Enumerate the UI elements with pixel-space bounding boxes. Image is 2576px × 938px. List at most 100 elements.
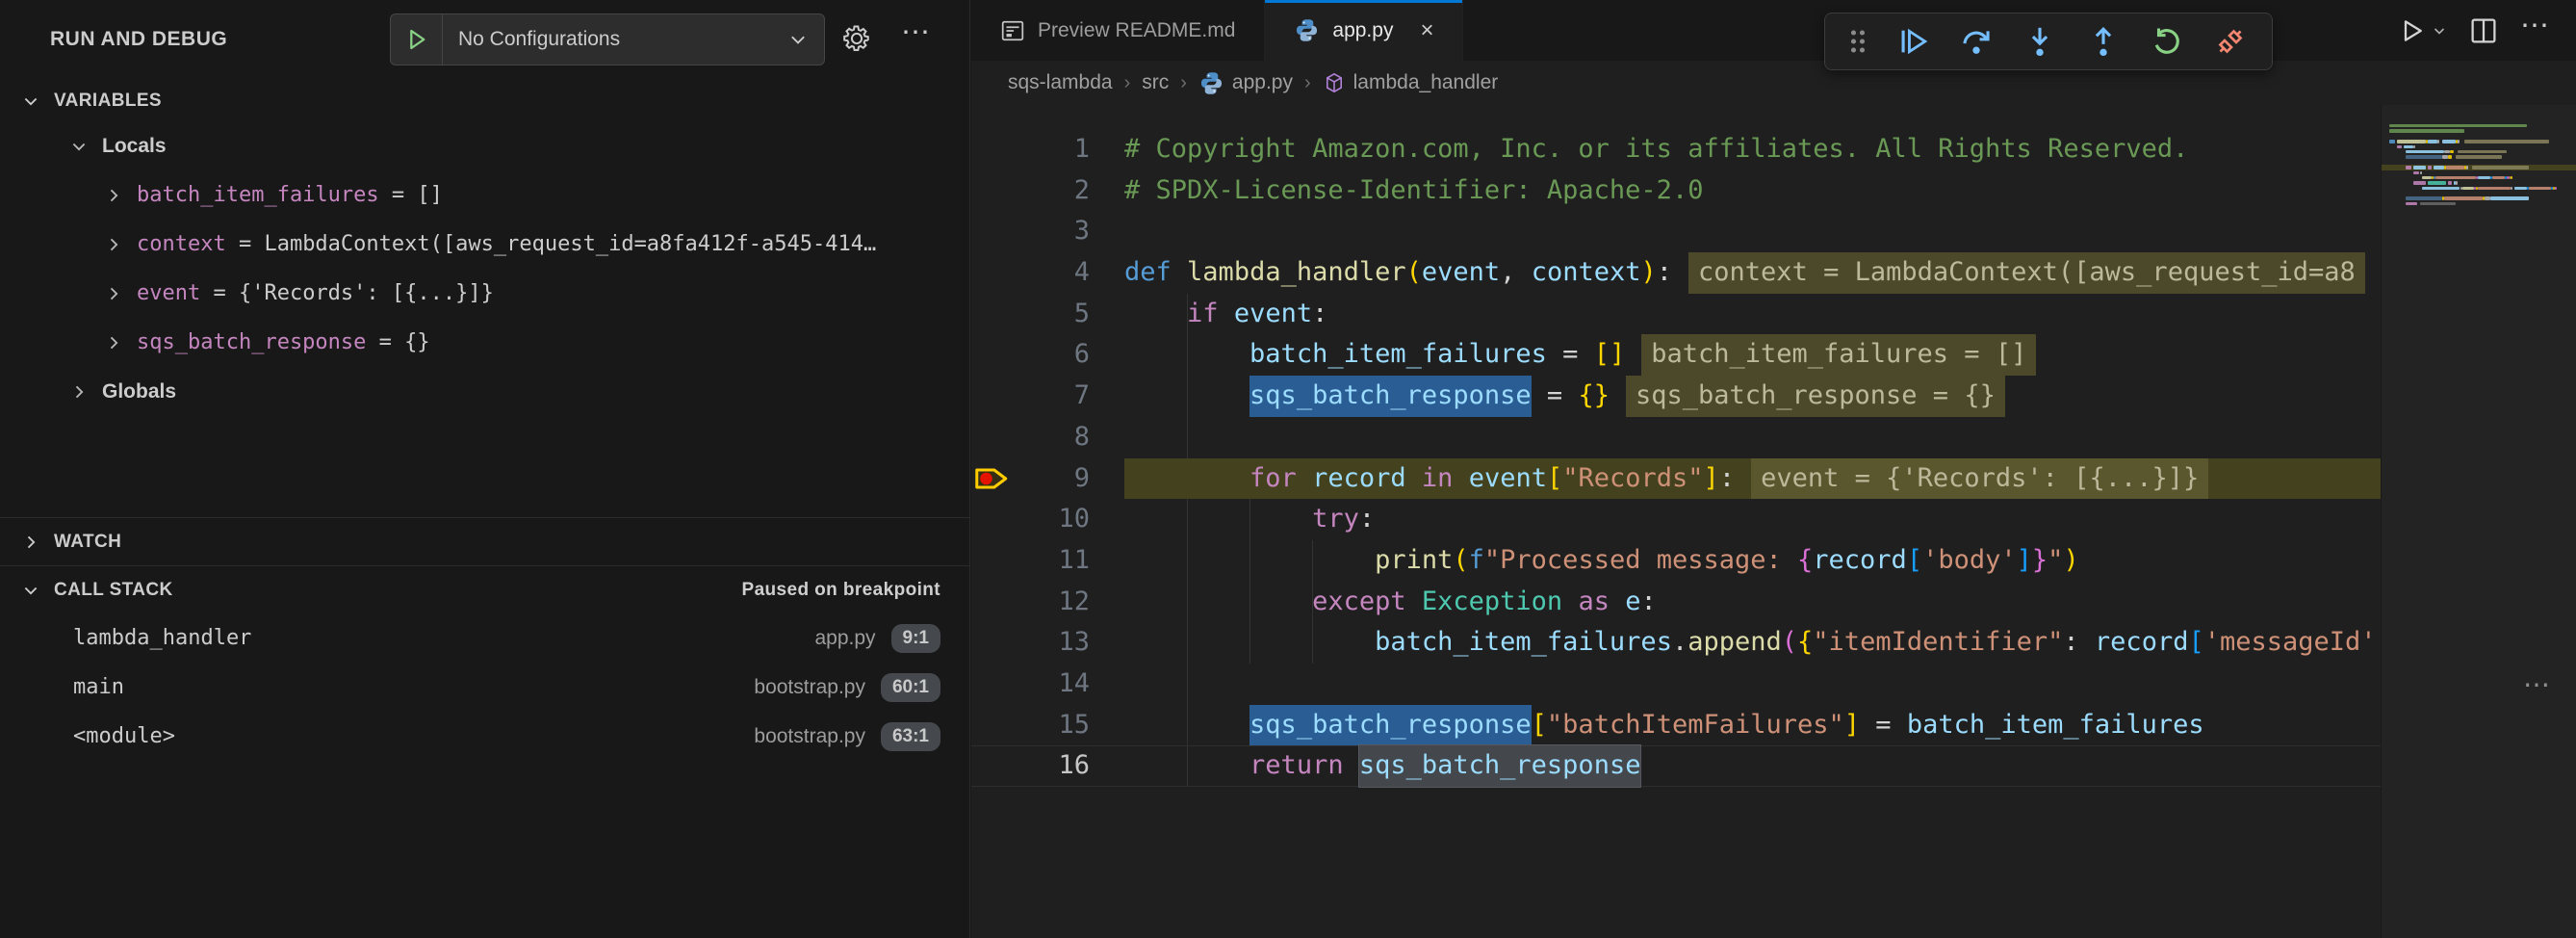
code-line-16[interactable]: 16 return sqs_batch_response (971, 745, 2381, 787)
chevron-down-icon (69, 137, 89, 156)
minimap-strip[interactable] (2381, 105, 2576, 938)
watch-section-header[interactable]: WATCH (0, 517, 969, 565)
code-line-10[interactable]: 10 try: (971, 499, 2381, 540)
minimap-token (2422, 176, 2433, 179)
settings-gear-icon[interactable] (841, 23, 872, 59)
line-content: sqs_batch_response = {}sqs_batch_respons… (1124, 376, 2381, 417)
line-gutter[interactable]: 10 (971, 499, 1124, 540)
code-editor[interactable]: 1# Copyright Amazon.com, Inc. or its aff… (971, 105, 2381, 938)
breadcrumb-item-app-py[interactable]: app.py (1198, 70, 1293, 96)
call-stack-frame[interactable]: lambda_handlerapp.py9:1 (0, 613, 969, 663)
code-token: append (1687, 622, 1782, 664)
code-line-4[interactable]: 4def lambda_handler(event, context):cont… (971, 252, 2381, 294)
tab-app-py[interactable]: app.py× (1265, 0, 1463, 61)
line-gutter[interactable]: 7 (971, 376, 1124, 417)
variable-row[interactable]: sqs_batch_response = {} (0, 318, 969, 367)
line-number: 6 (1074, 334, 1090, 376)
tab-label: Preview README.md (1038, 19, 1235, 42)
disconnect-button[interactable] (2199, 18, 2262, 65)
debug-configuration-select[interactable]: No Configurations (390, 13, 825, 65)
variables-group-locals[interactable]: Locals (0, 121, 969, 170)
minimap-token (2511, 187, 2512, 190)
run-python-file-button[interactable] (2399, 17, 2447, 44)
editor-more-actions-icon[interactable]: ⋯ (2520, 9, 2551, 42)
code-line-7[interactable]: 7 sqs_batch_response = {}sqs_batch_respo… (971, 376, 2381, 417)
minimap-token (2422, 187, 2460, 190)
step-into-button[interactable] (2008, 18, 2072, 65)
line-gutter[interactable]: 14 (971, 664, 1124, 705)
line-gutter[interactable]: 16 (971, 746, 1124, 786)
code-line-12[interactable]: 12 except Exception as e: (971, 582, 2381, 623)
step-over-button[interactable] (1945, 18, 2008, 65)
code-line-5[interactable]: 5 if event: (971, 294, 2381, 335)
code-token: ] (1844, 705, 1860, 746)
line-gutter[interactable]: 8 (971, 417, 1124, 458)
code-token: record (2095, 622, 2189, 664)
code-line-15[interactable]: 15 sqs_batch_response["batchItemFailures… (971, 705, 2381, 746)
code-line-2[interactable]: 2# SPDX-License-Identifier: Apache-2.0 (971, 170, 2381, 212)
variable-row[interactable]: batch_item_failures = [] (0, 170, 969, 220)
line-gutter[interactable]: 9 (971, 458, 1124, 500)
minimap[interactable] (2389, 123, 2574, 206)
code-token (1453, 458, 1468, 500)
code-line-13[interactable]: 13 batch_item_failures.append({"itemIden… (971, 622, 2381, 664)
call-stack-section-header[interactable]: CALL STACK Paused on breakpoint (0, 565, 969, 613)
line-number: 10 (1058, 499, 1090, 540)
minimap-token (2406, 155, 2442, 158)
continue-button[interactable] (1881, 18, 1945, 65)
start-debug-icon[interactable] (391, 14, 443, 65)
call-stack-frame[interactable]: <module>bootstrap.py63:1 (0, 712, 969, 761)
variable-row[interactable]: event = {'Records': [{...}]} (0, 269, 969, 318)
line-gutter[interactable]: 6 (971, 334, 1124, 376)
call-stack-frame[interactable]: mainbootstrap.py60:1 (0, 663, 969, 712)
line-gutter[interactable]: 12 (971, 582, 1124, 623)
code-line-3[interactable]: 3 (971, 211, 2381, 252)
line-number: 2 (1074, 170, 1090, 212)
variable-text: context = LambdaContext([aws_request_id=… (137, 232, 876, 256)
split-editor-button[interactable] (2470, 17, 2497, 44)
editor-actions: ⋯ (2376, 0, 2576, 61)
code-token (1219, 294, 1234, 335)
drag-handle[interactable] (1835, 18, 1881, 65)
sidebar-more-actions-icon[interactable]: ⋯ (901, 15, 932, 49)
line-gutter[interactable]: 2 (971, 170, 1124, 212)
code-token (1124, 499, 1312, 540)
line-gutter[interactable]: 3 (971, 211, 1124, 252)
chevron-right-icon (69, 382, 89, 402)
line-gutter[interactable]: 5 (971, 294, 1124, 335)
line-gutter[interactable]: 13 (971, 622, 1124, 664)
line-gutter[interactable]: 1 (971, 129, 1124, 170)
breadcrumb-item-lambda-handler[interactable]: lambda_handler (1323, 71, 1499, 94)
breadcrumb-item-src[interactable]: src (1142, 71, 1169, 94)
code-token: context (1532, 252, 1641, 294)
restart-button[interactable] (2135, 18, 2199, 65)
minimap-inline-value (2456, 155, 2502, 158)
minimap-token (2406, 196, 2442, 199)
code-line-14[interactable]: 14 (971, 664, 2381, 705)
minimap-token (2428, 140, 2438, 143)
code-token: ( (1782, 622, 1797, 664)
line-gutter[interactable]: 4 (971, 252, 1124, 294)
line-gutter[interactable]: 11 (971, 540, 1124, 582)
minimap-token (2492, 176, 2505, 179)
variables-section-header[interactable]: VARIABLES (0, 81, 969, 121)
more-indicator-icon[interactable]: ⋯ (2523, 668, 2552, 700)
variable-value: = [] (379, 183, 443, 207)
code-token: batch_item_failures (1375, 622, 1672, 664)
breadcrumb-item-sqs-lambda[interactable]: sqs-lambda (1008, 71, 1113, 94)
code-token (1124, 622, 1375, 664)
close-icon[interactable]: × (1420, 17, 1433, 44)
minimap-token (2478, 187, 2511, 190)
code-line-11[interactable]: 11 print(f"Processed message: {record['b… (971, 540, 2381, 582)
code-line-1[interactable]: 1# Copyright Amazon.com, Inc. or its aff… (971, 129, 2381, 170)
code-token (1124, 705, 1249, 746)
variable-row[interactable]: context = LambdaContext([aws_request_id=… (0, 220, 969, 269)
step-out-button[interactable] (2072, 18, 2135, 65)
line-number: 12 (1058, 582, 1090, 623)
code-line-9[interactable]: 9 for record in event["Records"]:event =… (971, 458, 2381, 500)
variables-group-globals[interactable]: Globals (0, 367, 969, 416)
line-gutter[interactable]: 15 (971, 705, 1124, 746)
code-line-6[interactable]: 6 batch_item_failures = []batch_item_fai… (971, 334, 2381, 376)
tab-preview-readme-md[interactable]: Preview README.md (971, 0, 1265, 61)
code-line-8[interactable]: 8 (971, 417, 2381, 458)
